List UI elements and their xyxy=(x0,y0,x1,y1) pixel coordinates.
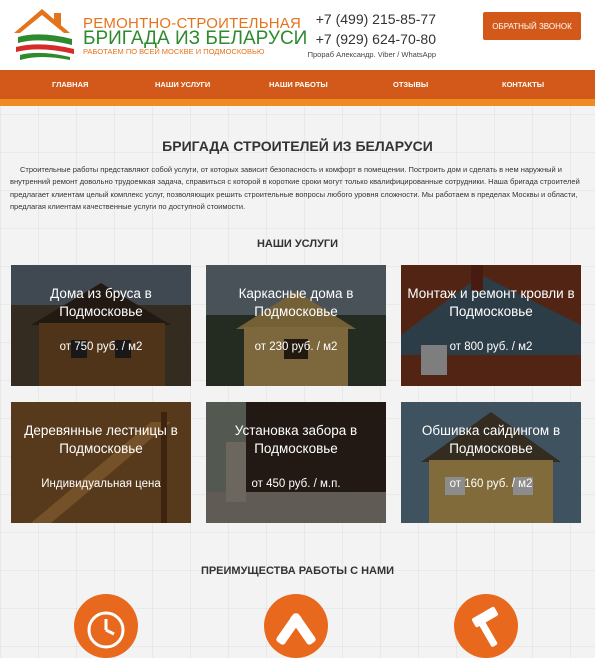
phone-1[interactable]: +7 (499) 215-85-77 xyxy=(300,9,436,29)
nav-item-services[interactable]: НАШИ УСЛУГИ xyxy=(155,70,210,99)
page-title: БРИГАДА СТРОИТЕЛЕЙ ИЗ БЕЛАРУСИ xyxy=(162,138,433,154)
services-title: НАШИ УСЛУГИ xyxy=(256,238,339,250)
nav-item-reviews[interactable]: ОТЗЫВЫ xyxy=(393,70,428,99)
logo-tagline: РАБОТАЕМ ПО ВСЕЙ МОСКВЕ И ПОДМОСКОВЬЮ xyxy=(83,47,265,56)
service-card-roofing[interactable]: Монтаж и ремонт кровли в Подмосковье от … xyxy=(401,265,581,386)
service-card-stairs[interactable]: Деревянные лестницы в Подмосковье Индиви… xyxy=(11,402,191,523)
service-card-title: Деревянные лестницы в Подмосковье xyxy=(24,423,178,456)
service-card-fence[interactable]: Установка забора в Подмосковье от 450 ру… xyxy=(206,402,386,523)
advantages-title: ПРЕИМУЩЕСТВА РАБОТЫ С НАМИ xyxy=(200,565,395,577)
house-logo-icon xyxy=(14,9,74,60)
contact-phones: +7 (499) 215-85-77 +7 (929) 624-70-80 Пр… xyxy=(300,9,436,59)
callback-button[interactable]: ОБРАТНЫЙ ЗВОНОК xyxy=(483,12,581,40)
service-card-price: от 230 руб. / м2 xyxy=(254,341,338,353)
service-card-title: Установка забора в Подмосковье xyxy=(234,423,358,456)
service-card-siding[interactable]: Обшивка сайдингом в Подмосковье от 160 р… xyxy=(401,402,581,523)
nav-item-works[interactable]: НАШИ РАБОТЫ xyxy=(269,70,328,99)
service-card-title: Обшивка сайдингом в Подмосковье xyxy=(421,423,561,456)
intro-paragraph: Строительные работы представляют собой у… xyxy=(10,165,580,211)
service-card-timber-houses[interactable]: Дома из бруса в Подмосковье от 750 руб. … xyxy=(11,265,191,386)
hammer-icon xyxy=(454,594,518,658)
service-card-title: Монтаж и ремонт кровли в Подмосковье xyxy=(407,286,575,319)
service-card-price: от 450 руб. / м.п. xyxy=(251,478,341,490)
service-card-price: от 750 руб. / м2 xyxy=(59,341,143,353)
service-card-title: Каркасные дома в Подмосковье xyxy=(238,286,354,319)
nav-item-contacts[interactable]: КОНТАКТЫ xyxy=(502,70,544,99)
service-card-price: Индивидуальная цена xyxy=(41,478,161,490)
service-card-frame-houses[interactable]: Каркасные дома в Подмосковье от 230 руб.… xyxy=(206,265,386,386)
service-card-price: от 800 руб. / м2 xyxy=(449,341,533,353)
site-header: РЕМОНТНО-СТРОИТЕЛЬНАЯ БРИГАДА ИЗ БЕЛАРУС… xyxy=(0,0,595,70)
service-card-price: от 160 руб. / м2 xyxy=(449,478,533,490)
service-card-title: Дома из бруса в Подмосковье xyxy=(50,286,152,319)
main-nav: ГЛАВНАЯ НАШИ УСЛУГИ НАШИ РАБОТЫ ОТЗЫВЫ К… xyxy=(0,70,595,106)
tools-icon xyxy=(264,594,328,658)
phone-2[interactable]: +7 (929) 624-70-80 xyxy=(300,29,436,49)
clock-icon xyxy=(74,594,138,658)
contact-note: Прораб Александр. Viber / WhatsApp xyxy=(307,50,436,59)
nav-item-home[interactable]: ГЛАВНАЯ xyxy=(52,70,88,99)
logo[interactable]: РЕМОНТНО-СТРОИТЕЛЬНАЯ БРИГАДА ИЗ БЕЛАРУС… xyxy=(10,5,307,61)
